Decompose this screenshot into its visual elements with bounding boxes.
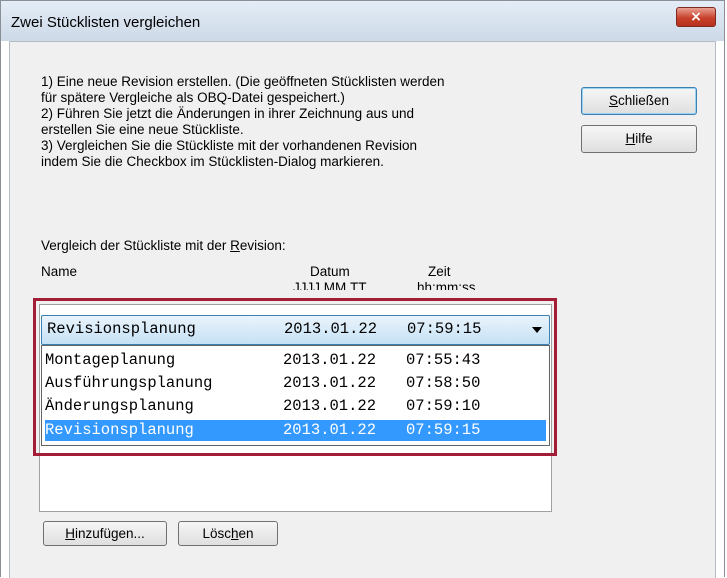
column-header-time: Zeit xyxy=(428,264,451,279)
time-format-label: hh:mm:ss xyxy=(417,280,476,290)
close-button[interactable]: Schließen xyxy=(581,87,697,115)
column-header-date: Datum xyxy=(310,264,350,279)
compare-label: Vergleich der Stückliste mit der Revisio… xyxy=(41,238,286,253)
highlight-frame xyxy=(33,298,557,456)
help-button[interactable]: Hilfe xyxy=(581,125,697,153)
column-header-name: Name xyxy=(41,264,78,279)
instruction-line: erstellen Sie eine neue Stückliste. xyxy=(41,122,244,137)
instruction-line: 2) Führen Sie jetzt die Änderungen in ih… xyxy=(41,106,414,121)
instruction-line: indem Sie die Checkbox im Stücklisten-Di… xyxy=(41,154,384,169)
instruction-line: 1) Eine neue Revision erstellen. (Die ge… xyxy=(41,74,445,89)
add-button[interactable]: Hinzufügen... xyxy=(43,521,167,546)
close-icon: × xyxy=(690,9,702,25)
instruction-line: für spätere Vergleiche als OBQ-Datei ges… xyxy=(41,90,345,105)
title-bar[interactable]: Zwei Stücklisten vergleichen × xyxy=(1,1,724,41)
date-format-label: JJJJ.MM.TT xyxy=(293,280,367,290)
instruction-line: 3) Vergleichen Sie die Stückliste mit de… xyxy=(41,138,417,153)
window-title: Zwei Stücklisten vergleichen xyxy=(11,14,201,31)
dialog-window: Zwei Stücklisten vergleichen × 1) Eine n… xyxy=(0,0,725,578)
delete-button[interactable]: Löschen xyxy=(178,521,278,546)
close-window-button[interactable]: × xyxy=(676,7,716,27)
